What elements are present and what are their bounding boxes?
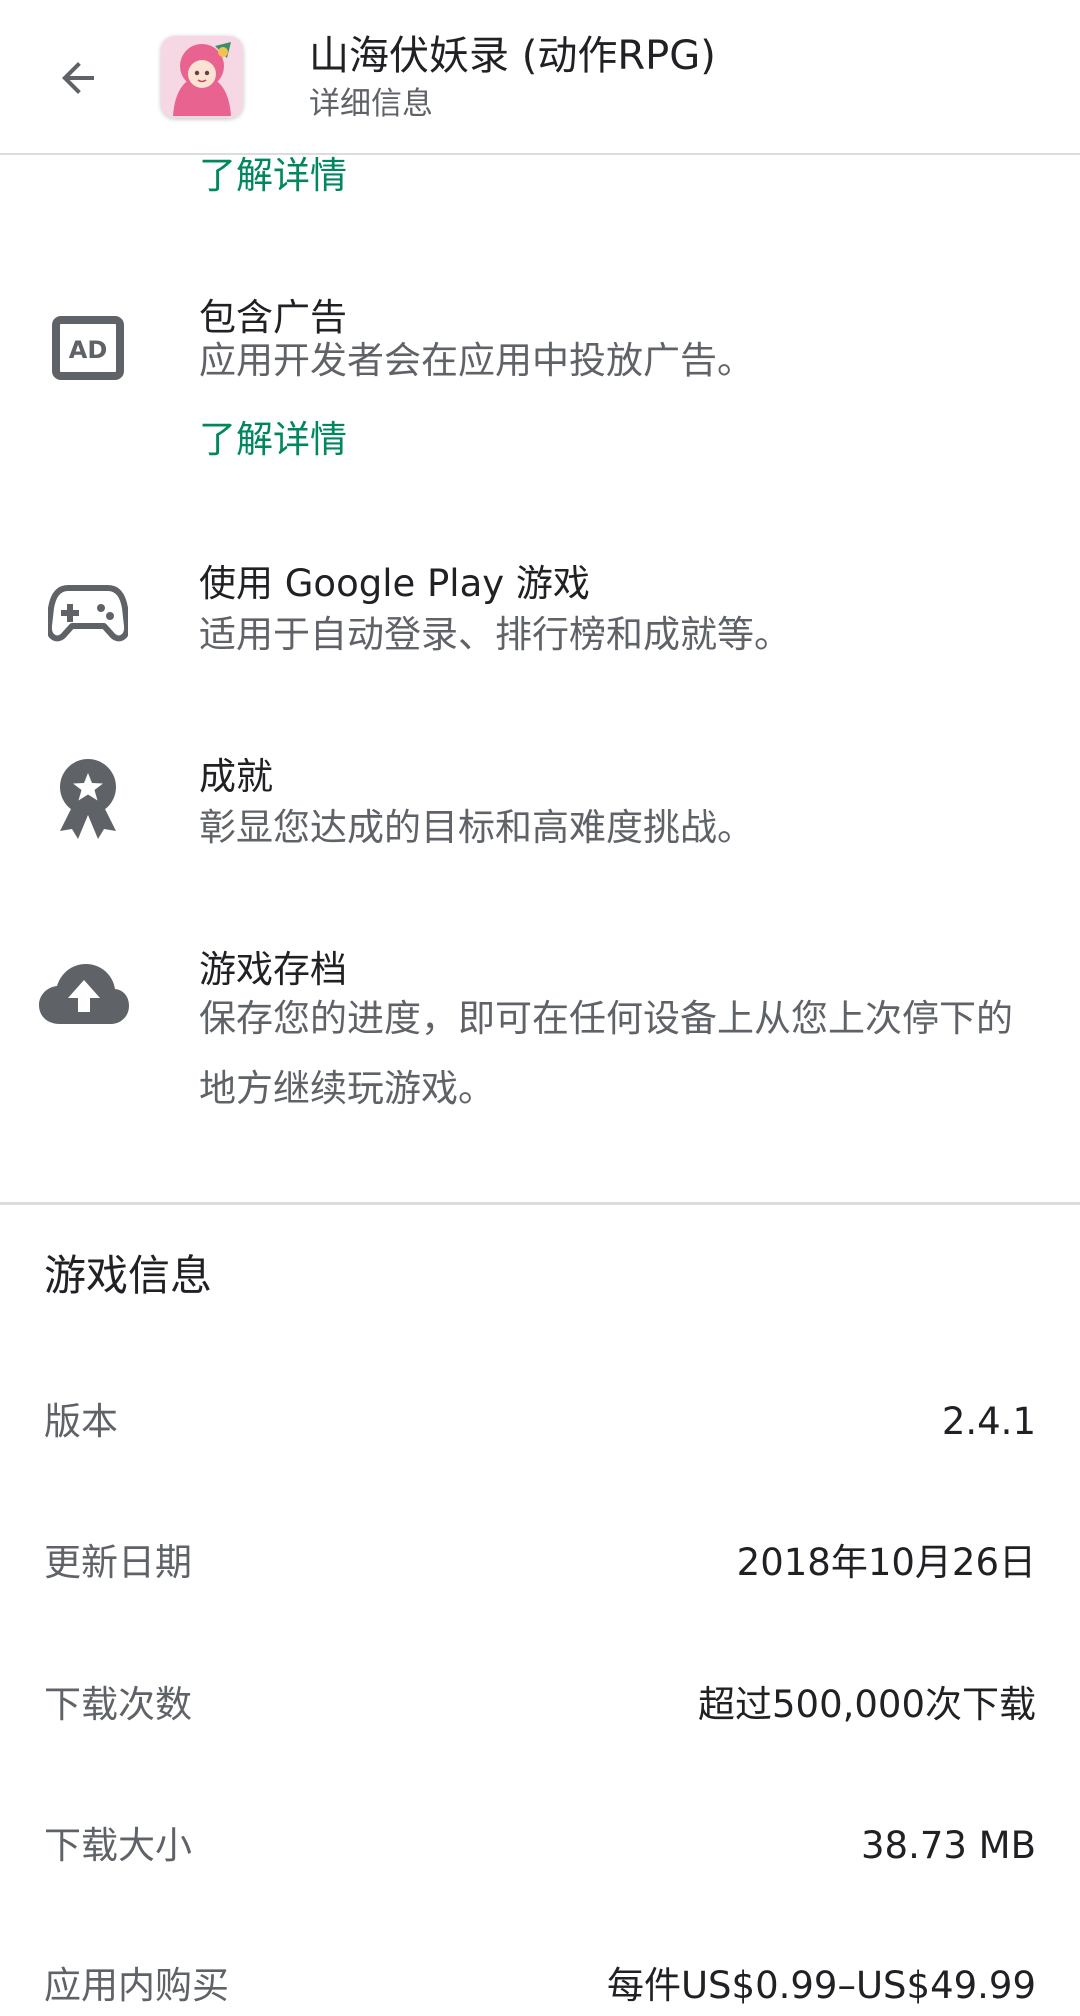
back-button[interactable] <box>40 40 116 116</box>
info-row-updated: 更新日期 2018年10月26日 <box>44 1533 1036 1593</box>
feature-title: 使用 Google Play 游戏 <box>199 562 590 605</box>
learn-more-link[interactable]: 了解详情 <box>199 152 347 200</box>
info-row-in-app-purchases: 应用内购买 每件US$0.99–US$49.99 <box>44 1956 1036 2016</box>
info-label: 更新日期 <box>44 1541 192 1584</box>
page-subtitle: 详细信息 <box>309 86 433 122</box>
info-row-version: 版本 2.4.1 <box>44 1392 1036 1452</box>
info-label: 版本 <box>44 1400 118 1443</box>
info-row-download-size: 下载大小 38.73 MB <box>44 1816 1036 1876</box>
cloud-upload-icon <box>36 946 132 1042</box>
learn-more-link[interactable]: 了解详情 <box>199 414 347 466</box>
info-value: 每件US$0.99–US$49.99 <box>606 1964 1036 2007</box>
feature-description: 适用于自动登录、排行榜和成就等。 <box>199 613 791 656</box>
info-label: 下载大小 <box>44 1824 192 1867</box>
feature-description: 保存您的进度，即可在任何设备上从您上次停下的地方继续玩游戏。 <box>199 997 1013 1110</box>
feature-description: 应用开发者会在应用中投放广告。 <box>199 339 754 382</box>
gamepad-icon <box>40 566 136 662</box>
app-bar: 山海伏妖录 (动作RPG) 详细信息 <box>0 0 1080 155</box>
arrow-back-icon <box>62 62 94 94</box>
info-label: 下载次数 <box>44 1683 192 1726</box>
ad-icon: AD <box>40 300 136 396</box>
game-app-icon[interactable] <box>161 36 243 118</box>
feature-description: 彰显您达成的目标和高难度挑战。 <box>199 806 754 849</box>
info-value: 超过500,000次下载 <box>697 1683 1036 1726</box>
feature-title: 成就 <box>199 755 273 798</box>
app-title: 山海伏妖录 (动作RPG) <box>309 33 716 79</box>
achievement-icon <box>40 751 136 847</box>
info-label: 应用内购买 <box>44 1964 229 2007</box>
section-divider <box>0 1202 1080 1205</box>
info-row-downloads: 下载次数 超过500,000次下载 <box>44 1675 1036 1735</box>
info-value: 2.4.1 <box>941 1400 1036 1443</box>
info-value: 38.73 MB <box>861 1824 1036 1867</box>
section-title-game-info: 游戏信息 <box>44 1251 213 1300</box>
svg-text:AD: AD <box>69 336 108 364</box>
info-value: 2018年10月26日 <box>736 1541 1036 1584</box>
